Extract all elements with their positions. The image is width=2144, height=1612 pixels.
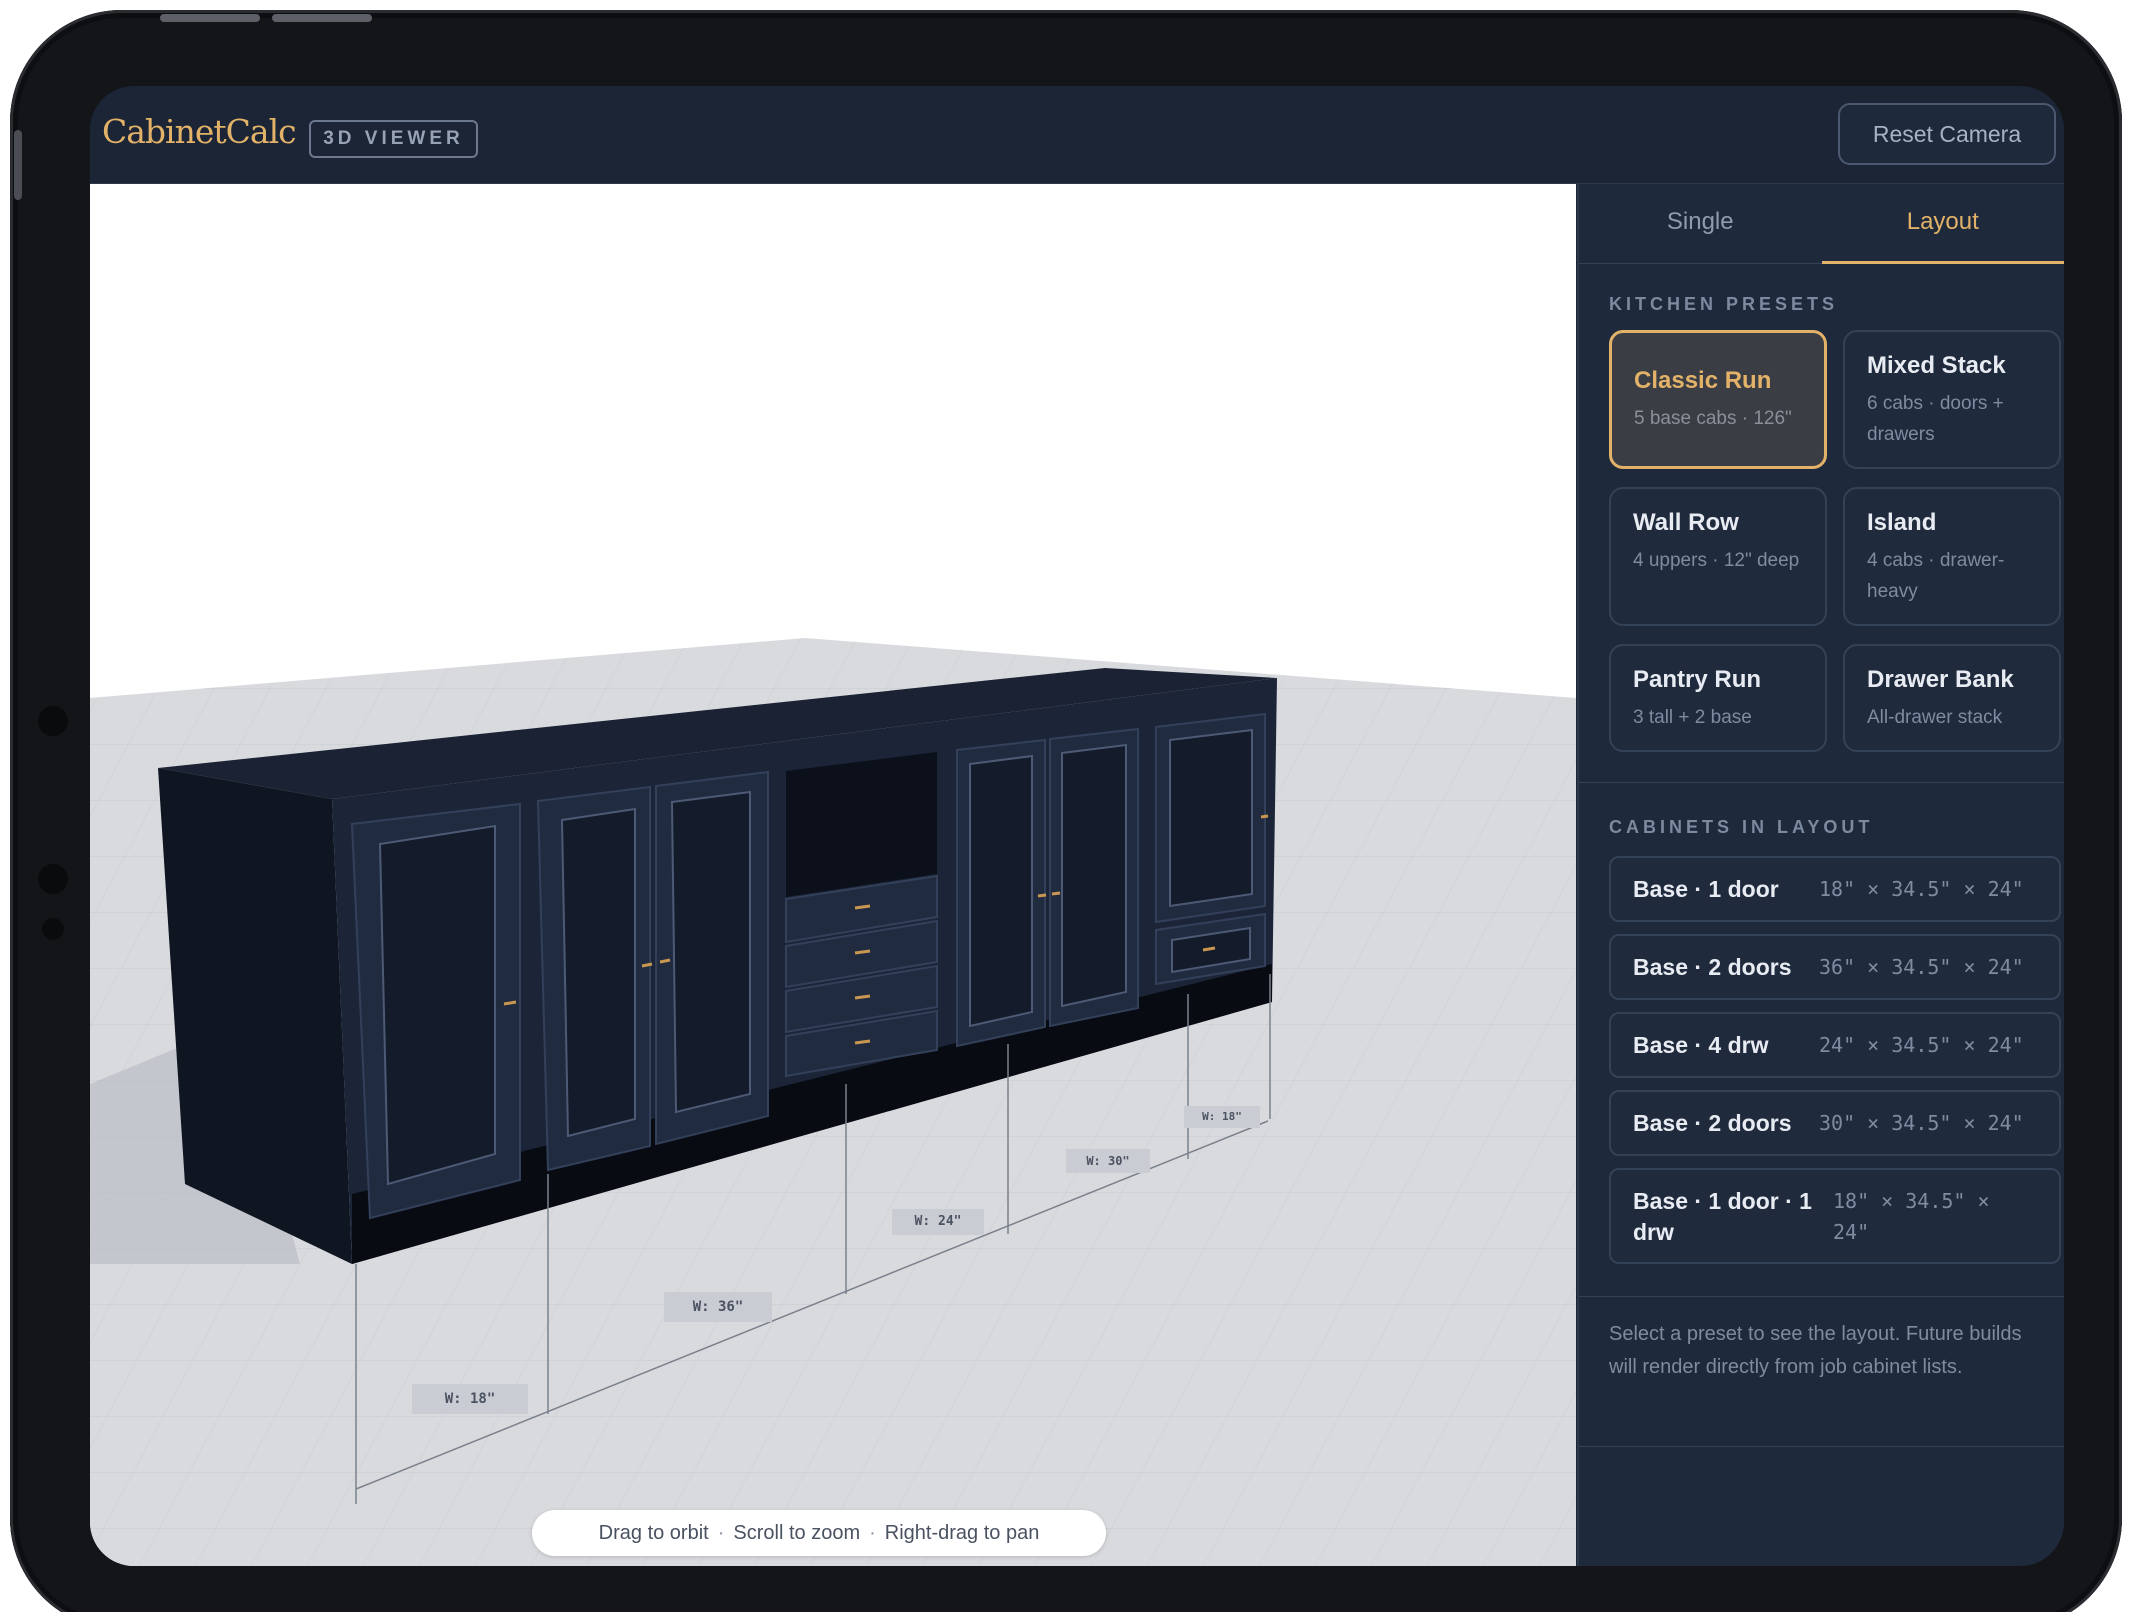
dimension-label: W: 30"	[1066, 1149, 1150, 1173]
preset-drawer-bank[interactable]: Drawer Bank All-drawer stack	[1843, 644, 2061, 752]
preset-pantry-run[interactable]: Pantry Run 3 tall + 2 base	[1609, 644, 1827, 752]
preset-name: Pantry Run	[1633, 666, 1762, 693]
hint-separator: ·	[717, 1522, 725, 1544]
viewer-badge: 3D VIEWER	[309, 120, 478, 158]
preset-desc: 6 cabs · doors + drawers	[1867, 393, 2004, 445]
orbit-hint: Drag to orbit	[598, 1522, 709, 1544]
preset-island[interactable]: Island 4 cabs · drawer-heavy	[1843, 487, 2061, 626]
cabinet-row[interactable]: Base · 1 door 18" × 34.5" × 24"	[1609, 856, 2061, 922]
sensor-dot	[42, 918, 64, 940]
app-header: CabinetCalc 3D VIEWER Reset Camera	[90, 86, 2064, 184]
pan-hint: Right-drag to pan	[884, 1522, 1040, 1544]
dimension-label: W: 36"	[664, 1292, 772, 1322]
preset-name: Drawer Bank	[1867, 666, 2014, 693]
preset-desc: 5 base cabs · 126"	[1634, 408, 1792, 429]
camera-dot	[38, 706, 68, 736]
app-logo: CabinetCalc	[102, 112, 297, 151]
preset-classic-run[interactable]: Classic Run 5 base cabs · 126"	[1609, 330, 1827, 469]
preset-name: Wall Row	[1633, 509, 1739, 536]
controls-hint: Drag to orbit · Scroll to zoom · Right-drag …	[532, 1510, 1106, 1556]
sensor-dot	[38, 864, 68, 894]
dimension-label: W: 24"	[892, 1209, 984, 1235]
preset-desc: 4 cabs · drawer-heavy	[1867, 550, 2005, 602]
preset-name: Classic Run	[1634, 367, 1772, 394]
dimension-label: W: 18"	[1184, 1106, 1260, 1128]
zoom-hint: Scroll to zoom	[733, 1522, 861, 1544]
side-button	[14, 130, 22, 200]
cabinet-1-door	[350, 802, 521, 1220]
cabinet-name: Base · 4 drw	[1633, 1032, 1769, 1058]
cabinet-dims: 24" × 34.5" × 24"	[1819, 1033, 2024, 1057]
cabinet-name: Base · 1 door	[1633, 876, 1779, 902]
preset-mixed-stack[interactable]: Mixed Stack 6 cabs · doors + drawers	[1843, 330, 2061, 469]
cabinet-dims: 18" × 34.5" × 24"	[1819, 877, 2024, 901]
cabinet-row[interactable]: Base · 4 drw 24" × 34.5" × 24"	[1609, 1012, 2061, 1078]
preset-desc: 3 tall + 2 base	[1633, 707, 1752, 728]
cabinets-in-layout-heading: CABINETS IN LAYOUT	[1609, 817, 1874, 837]
cabinet-row[interactable]: Base · 1 door · 1 drw 18" × 34.5" × 24"	[1609, 1168, 2061, 1264]
tablet-frame: CabinetCalc 3D VIEWER Reset Camera W: 18…	[10, 10, 2122, 1612]
3d-scene	[90, 638, 1576, 1566]
power-button	[272, 14, 372, 22]
section-divider	[1579, 1446, 2064, 1447]
dimension-label: W: 18"	[412, 1384, 528, 1414]
tab-layout[interactable]: Layout	[1821, 184, 2064, 264]
3d-viewport[interactable]: W: 18" W: 36" W: 24" W: 30" W: 18" Drag …	[90, 184, 1576, 1566]
volume-button	[160, 14, 260, 22]
preset-desc: 4 uppers · 12" deep	[1633, 550, 1800, 571]
preset-name: Mixed Stack	[1867, 352, 2006, 379]
cabinet-row[interactable]: Base · 2 doors 30" × 34.5" × 24"	[1609, 1090, 2061, 1156]
layout-sidebar: Single Layout KITCHEN PRESETS Classic Ru…	[1577, 184, 2064, 1566]
reset-camera-button[interactable]: Reset Camera	[1838, 103, 2056, 165]
cabinet-name: Base · 2 doors	[1633, 954, 1792, 980]
cabinet-4-drawers	[785, 752, 938, 1078]
cabinet-dims: 30" × 34.5" × 24"	[1819, 1111, 2024, 1135]
cabinet-1-door-1-drawer	[1155, 712, 1269, 986]
cabinet-name: Base · 1 door · 1 drw	[1633, 1188, 1812, 1245]
mode-tabs: Single Layout	[1579, 184, 2064, 264]
preset-name: Island	[1867, 509, 1937, 536]
cabinet-name: Base · 2 doors	[1633, 1110, 1792, 1136]
cabinet-dims: 18" × 34.5" × 24"	[1833, 1189, 1990, 1244]
tab-single[interactable]: Single	[1579, 184, 1822, 264]
section-divider	[1579, 782, 2064, 783]
hint-separator: ·	[869, 1522, 876, 1544]
preset-desc: All-drawer stack	[1867, 707, 2003, 728]
cabinet-row[interactable]: Base · 2 doors 36" × 34.5" × 24"	[1609, 934, 2061, 1000]
cabinet-dims: 36" × 34.5" × 24"	[1819, 955, 2024, 979]
section-divider	[1579, 1296, 2064, 1297]
kitchen-presets-heading: KITCHEN PRESETS	[1609, 294, 1839, 314]
layout-footnote: Select a preset to see the layout. Futur…	[1609, 1323, 2022, 1378]
app-screen: CabinetCalc 3D VIEWER Reset Camera W: 18…	[90, 86, 2064, 1566]
preset-wall-row[interactable]: Wall Row 4 uppers · 12" deep	[1609, 487, 1827, 626]
